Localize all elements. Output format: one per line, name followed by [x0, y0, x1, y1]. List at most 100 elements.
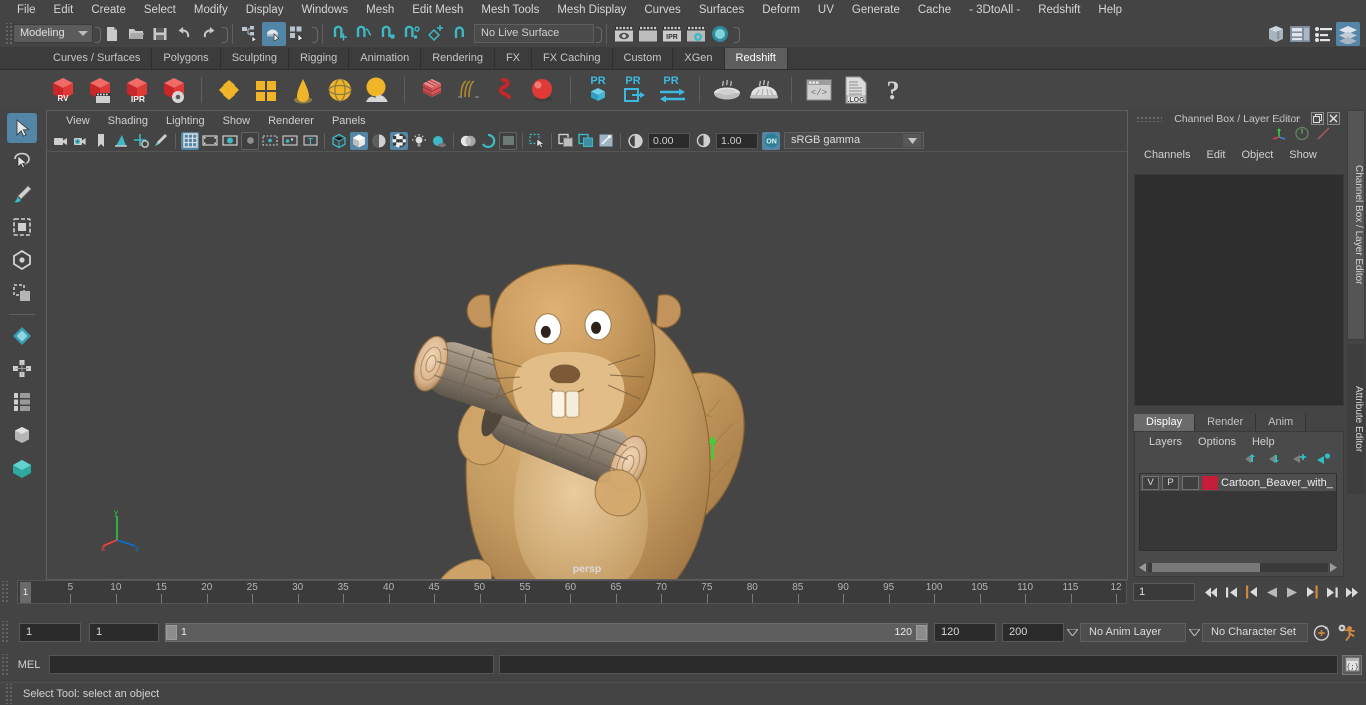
go-to-start-icon[interactable] — [1203, 583, 1220, 601]
menu-deform[interactable]: Deform — [753, 0, 809, 20]
redshift-environment-icon[interactable] — [360, 73, 394, 107]
redshift-volume-icon[interactable] — [286, 73, 320, 107]
make-live-icon[interactable] — [448, 22, 472, 46]
shadows-icon[interactable] — [430, 132, 448, 150]
time-slider-grip[interactable] — [0, 581, 9, 603]
menu-set-selector[interactable]: Modeling — [13, 24, 93, 43]
move-layer-up-icon[interactable] — [1244, 452, 1259, 470]
color-management-toggle-icon[interactable]: ON — [762, 131, 780, 150]
layer-visibility-toggle[interactable]: V — [1142, 475, 1159, 490]
range-slider-bar[interactable]: 1 120 — [165, 622, 928, 642]
lasso-select-tool[interactable] — [7, 146, 37, 176]
help-line-grip[interactable] — [4, 684, 13, 704]
layer-list-horizontal-scrollbar[interactable] — [1139, 562, 1337, 573]
layer-shading-toggle[interactable] — [1182, 475, 1199, 490]
snap-to-grid-icon[interactable] — [328, 22, 352, 46]
menu-cache[interactable]: Cache — [909, 0, 960, 20]
layer-name[interactable]: Cartoon_Beaver_with_ — [1221, 477, 1333, 489]
lights-icon[interactable] — [410, 132, 428, 150]
menu-generate[interactable]: Generate — [843, 0, 909, 20]
exposure-icon[interactable] — [281, 132, 299, 150]
paint-select-tool[interactable] — [7, 179, 37, 209]
attribute-editor-icon[interactable] — [1288, 22, 1312, 46]
menu-edit[interactable]: Edit — [45, 0, 83, 20]
anim-layer-field[interactable]: No Anim Layer — [1080, 622, 1186, 642]
menu-redshift[interactable]: Redshift — [1029, 0, 1089, 20]
scroll-left-arrow-icon[interactable] — [1139, 559, 1148, 577]
playback-backward-icon[interactable] — [1263, 583, 1280, 601]
shelf-tab-sculpting[interactable]: Sculpting — [220, 48, 289, 69]
render-current-frame-icon[interactable] — [612, 22, 636, 46]
range-slider-grip[interactable] — [0, 621, 9, 643]
menu-edit-mesh[interactable]: Edit Mesh — [403, 0, 472, 20]
menu-create[interactable]: Create — [82, 0, 135, 20]
range-end-handle[interactable] — [916, 624, 927, 640]
playback-start-time-field[interactable]: 1 — [89, 622, 159, 642]
menu-curves[interactable]: Curves — [635, 0, 689, 20]
pr-export-icon[interactable]: PR — [618, 73, 652, 107]
scrollbar-thumb[interactable] — [1152, 563, 1260, 572]
channel-menu-channels[interactable]: Channels — [1136, 149, 1198, 161]
snap-to-point-icon[interactable] — [376, 22, 400, 46]
channel-box-icon[interactable] — [1336, 21, 1360, 46]
soft-select-tool[interactable] — [7, 321, 37, 351]
select-by-component-icon[interactable] — [286, 22, 310, 46]
channel-menu-edit[interactable]: Edit — [1198, 149, 1233, 161]
move-tool[interactable] — [7, 212, 37, 242]
shelf-tab-animation[interactable]: Animation — [349, 48, 422, 69]
menu-display[interactable]: Display — [237, 0, 293, 20]
shelf-tab-rendering[interactable]: Rendering — [421, 48, 495, 69]
scroll-right-arrow-icon[interactable] — [1328, 559, 1337, 577]
select-camera-icon[interactable] — [52, 132, 70, 150]
scrollbar-track[interactable] — [1148, 563, 1328, 572]
gamma-icon[interactable] — [694, 132, 712, 150]
menu-select[interactable]: Select — [135, 0, 185, 20]
menu-uv[interactable]: UV — [809, 0, 843, 20]
command-line-grip[interactable] — [0, 653, 9, 676]
open-scene-icon[interactable] — [124, 22, 148, 46]
beaver-3d-model[interactable] — [47, 152, 1127, 579]
axis-orientation-icon[interactable] — [1272, 126, 1288, 146]
redshift-sphere-icon[interactable] — [526, 73, 560, 107]
viewport-menu-shading[interactable]: Shading — [99, 115, 157, 127]
viewport-menu-renderer[interactable]: Renderer — [259, 115, 323, 127]
xray-joint-icon[interactable] — [597, 132, 615, 150]
redshift-pie-1-icon[interactable] — [710, 73, 744, 107]
layer-menu-help[interactable]: Help — [1244, 436, 1283, 448]
channel-slider-icon[interactable] — [1316, 126, 1332, 146]
pr-transfer-icon[interactable]: PR — [655, 73, 689, 107]
select-tool[interactable] — [7, 113, 37, 143]
anim-layer-dropdown-icon[interactable] — [1064, 623, 1080, 642]
step-forward-frame-icon[interactable] — [1303, 583, 1320, 601]
pr-cube-icon[interactable]: PR — [581, 73, 615, 107]
character-set-dropdown-icon[interactable] — [1186, 623, 1202, 642]
menu-modify[interactable]: Modify — [185, 0, 237, 20]
panel-grip[interactable] — [1136, 116, 1162, 122]
layer-playback-toggle[interactable]: P — [1162, 475, 1179, 490]
grid-icon[interactable] — [181, 131, 199, 150]
create-layer-from-selected-icon[interactable] — [1316, 452, 1331, 470]
tool-settings-icon[interactable] — [1312, 22, 1336, 46]
shelf-tab-xgen[interactable]: XGen — [673, 48, 725, 69]
snap-to-projected-center-icon[interactable] — [400, 22, 424, 46]
redshift-proxy-icon[interactable] — [212, 73, 246, 107]
shelf-tab-fx-caching[interactable]: FX Caching — [532, 48, 613, 69]
redshift-render-sequence-icon[interactable] — [83, 73, 117, 107]
channel-menu-object[interactable]: Object — [1233, 149, 1281, 161]
step-back-frame-icon[interactable] — [1243, 583, 1260, 601]
snap-to-view-plane-icon[interactable] — [424, 22, 448, 46]
screen-space-ao-icon[interactable] — [459, 132, 477, 150]
wireframe-icon[interactable] — [330, 132, 348, 150]
rotate-tool[interactable] — [7, 245, 37, 275]
live-surface-field[interactable]: No Live Surface — [474, 24, 594, 43]
redshift-rv-icon[interactable]: RV — [46, 73, 80, 107]
side-tab-channel-box[interactable]: Channel Box / Layer Editor — [1347, 110, 1365, 340]
isolate-select-icon[interactable] — [528, 132, 546, 150]
show-editor-icon[interactable] — [1264, 22, 1288, 46]
texture-border-icon[interactable]: T — [301, 132, 319, 150]
playback-end-time-field[interactable]: 120 — [934, 622, 996, 642]
viewport-menu-view[interactable]: View — [57, 115, 99, 127]
image-plane-icon[interactable] — [112, 132, 130, 150]
move-layer-down-icon[interactable] — [1268, 452, 1283, 470]
resolution-gate-icon[interactable] — [221, 132, 239, 150]
